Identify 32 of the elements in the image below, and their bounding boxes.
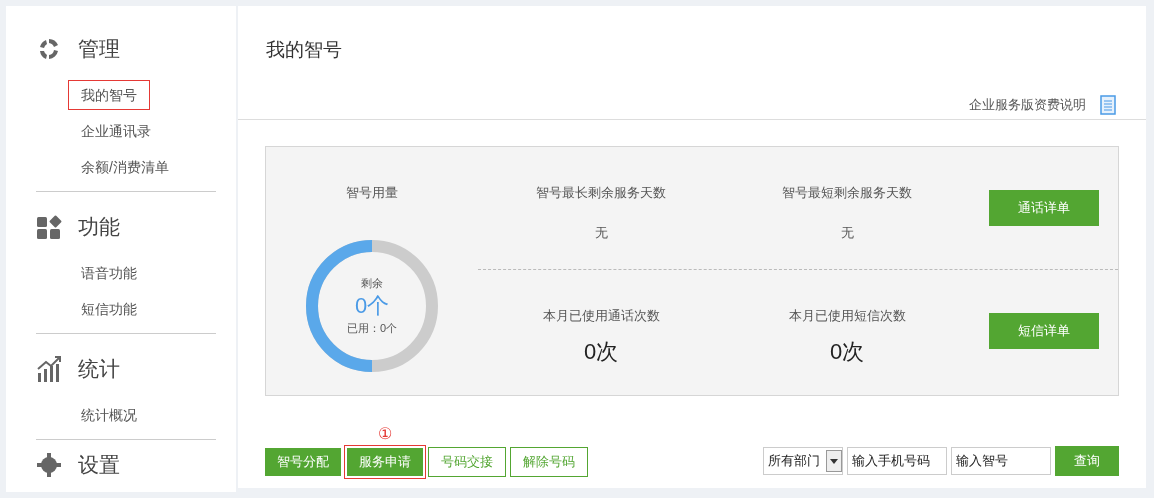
document-icon[interactable] — [1100, 94, 1116, 115]
stat-label: 智号最短剩余服务天数 — [782, 184, 912, 202]
pricing-link[interactable]: 企业服务版资费说明 — [969, 94, 1086, 115]
number-input[interactable]: 输入智号 — [951, 446, 1051, 475]
stat-label: 本月已使用短信次数 — [788, 306, 906, 325]
stat-label: 本月已使用通话次数 — [542, 306, 660, 325]
stat-value: 无 — [840, 223, 854, 242]
sidebar-item[interactable]: 短信功能 — [68, 294, 150, 324]
remaining-count: 0个 — [354, 291, 390, 320]
section-title: 统计 — [78, 356, 120, 382]
department-value: 所有部门 — [768, 451, 820, 470]
section-title: 功能 — [78, 214, 120, 240]
stat-value: 0次 — [583, 338, 619, 366]
remaining-label: 剩余 — [361, 276, 383, 291]
department-select[interactable]: 所有部门 — [763, 446, 843, 475]
bar-chart-icon — [36, 355, 62, 383]
sidebar-item[interactable]: 统计概况 — [68, 400, 150, 430]
used-count: 已用：0个 — [346, 320, 398, 336]
sidebar-item[interactable]: 企业通讯录 — [68, 116, 164, 146]
step-marker: ① — [378, 425, 392, 443]
usage-title: 智号用量 — [346, 184, 398, 202]
blocks-icon — [36, 214, 62, 240]
stat-value: 无 — [594, 223, 608, 242]
section-title: 管理 — [78, 36, 120, 62]
stat-value: 0次 — [829, 338, 865, 366]
page-title: 我的智号 — [266, 38, 343, 62]
sidebar-item[interactable]: 语音功能 — [68, 258, 150, 288]
sidebar-item[interactable]: 我的智号 — [68, 80, 150, 110]
phone-input[interactable]: 输入手机号码 — [847, 446, 947, 475]
sidebar-item[interactable]: 余额/消费清单 — [68, 152, 182, 182]
stat-label: 智号最长剩余服务天数 — [536, 184, 666, 202]
section-title: 设置 — [78, 452, 120, 478]
